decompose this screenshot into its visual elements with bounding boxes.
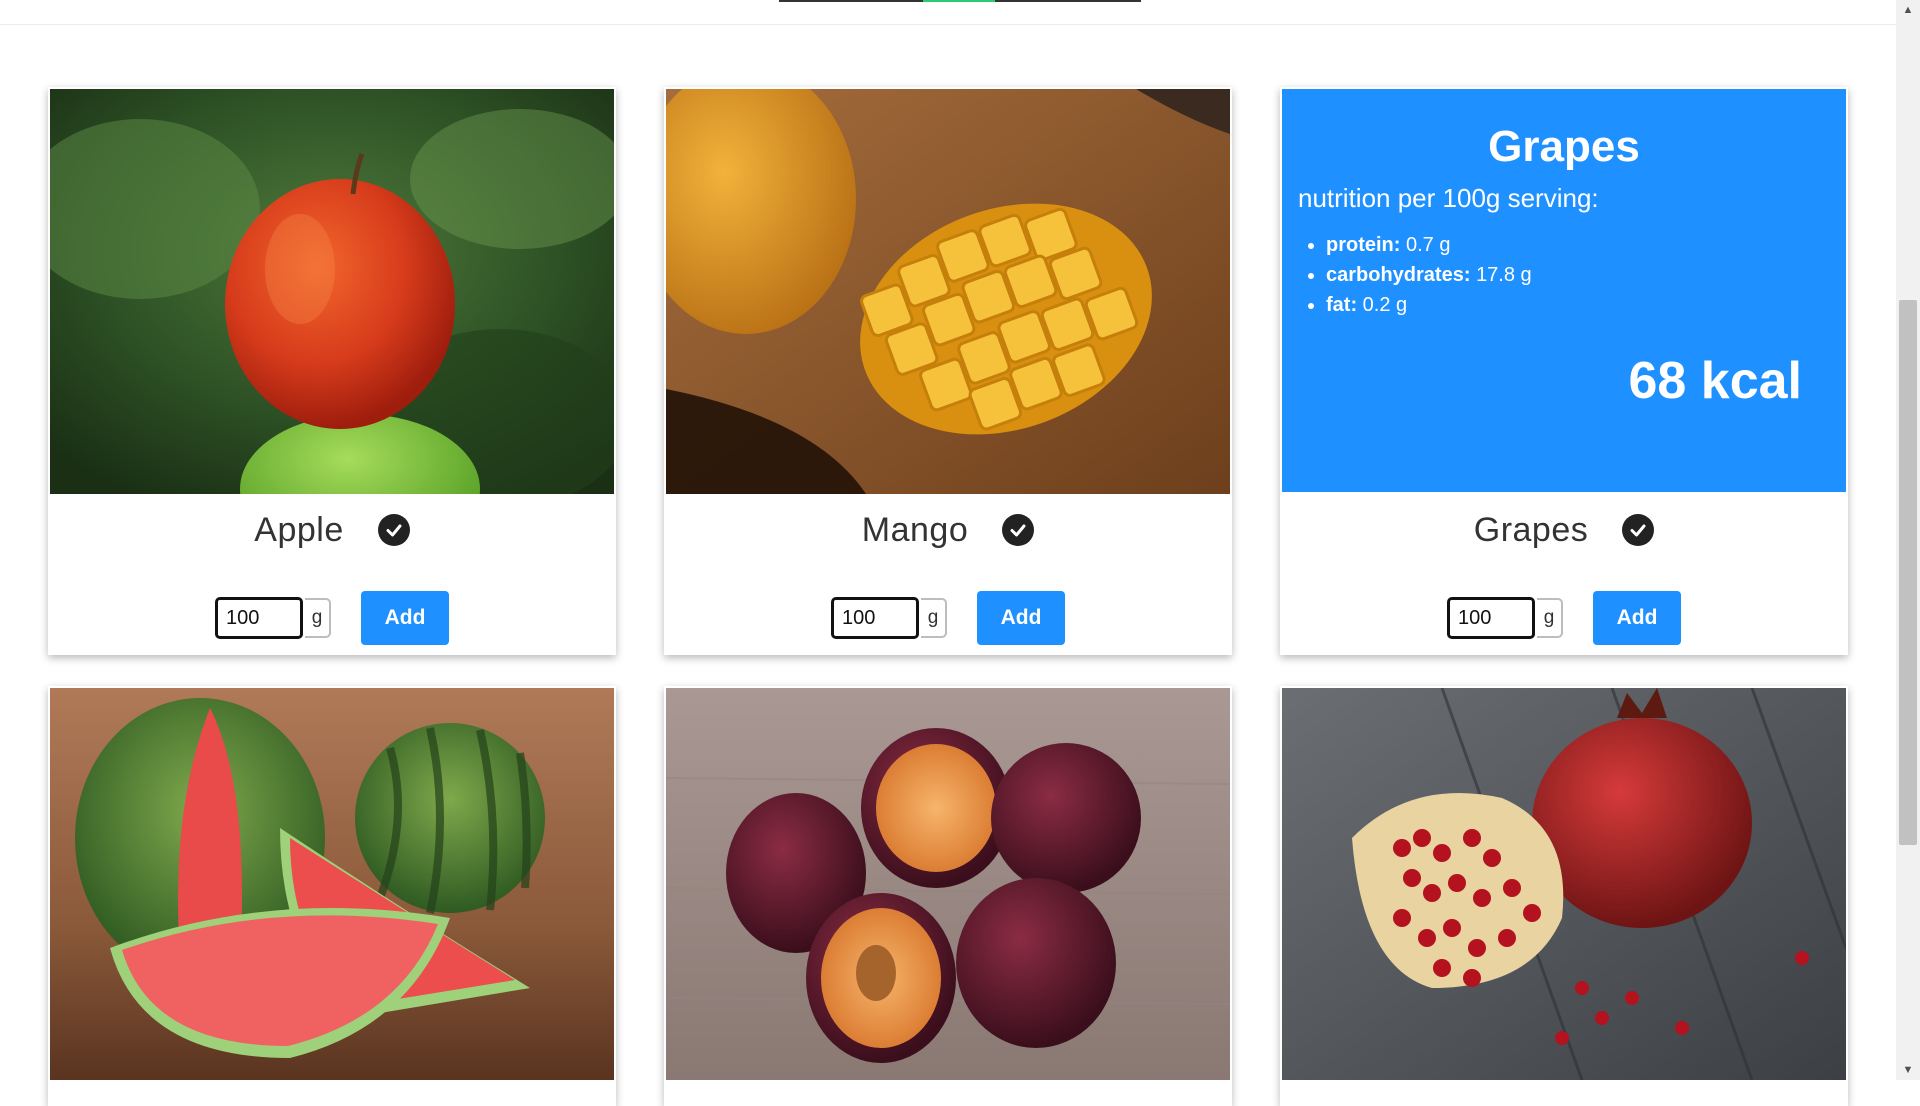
quantity-input[interactable]	[1447, 597, 1535, 639]
plums-photo[interactable]	[666, 688, 1230, 1080]
check-circle-icon[interactable]	[377, 514, 410, 546]
nutrition-list: protein: 0.7 g carbohydrates: 17.8 g fat…	[1298, 230, 1830, 320]
nutrition-item-fat: fat: 0.2 g	[1326, 290, 1830, 320]
fruit-card-apple: Apple g Add	[48, 87, 616, 655]
unit-label: g	[1537, 598, 1563, 638]
nutrient-value: 0.7 g	[1406, 234, 1451, 256]
fruit-name: Apple	[254, 510, 344, 549]
fruit-card-mango: Mango g Add	[664, 87, 1232, 655]
nutrient-value: 17.8 g	[1476, 264, 1532, 286]
fruit-name: Mango	[861, 510, 969, 549]
page-scrollbar[interactable]: ▲ ▼	[1896, 0, 1920, 1080]
fruit-card-plums	[664, 686, 1232, 1106]
add-button[interactable]: Add	[977, 591, 1065, 645]
fruit-card-pomegranate	[1280, 686, 1848, 1106]
watermelon-photo[interactable]	[50, 688, 614, 1080]
nutrition-subtitle: nutrition per 100g serving:	[1298, 183, 1599, 213]
apple-photo[interactable]	[50, 89, 614, 494]
nav-underline-active	[923, 0, 995, 2]
add-button[interactable]: Add	[361, 591, 449, 645]
quantity-input[interactable]	[215, 597, 303, 639]
mango-photo[interactable]	[666, 89, 1230, 494]
fruit-card-grapes: Grapes nutrition per 100g serving: prote…	[1280, 87, 1848, 655]
scroll-up-arrow-icon[interactable]: ▲	[1896, 0, 1920, 20]
scroll-down-arrow-icon[interactable]: ▼	[1896, 1060, 1920, 1080]
unit-label: g	[305, 598, 331, 638]
kcal-value: 68 kcal	[1628, 352, 1803, 410]
nav-underline-left	[779, 0, 923, 2]
fruit-card-watermelon	[48, 686, 616, 1106]
nutrient-label: protein:	[1326, 234, 1401, 256]
scrollbar-thumb[interactable]	[1899, 300, 1917, 845]
fruit-name: Grapes	[1473, 510, 1589, 549]
nutrition-title: Grapes	[1488, 122, 1640, 171]
nav-underline-right	[995, 0, 1141, 2]
check-circle-icon[interactable]	[1002, 514, 1035, 546]
nutrition-item-protein: protein: 0.7 g	[1326, 230, 1830, 260]
unit-label: g	[921, 598, 947, 638]
nutrient-label: carbohydrates:	[1326, 264, 1471, 286]
top-nav-bar	[0, 0, 1896, 25]
check-circle-icon[interactable]	[1622, 514, 1655, 546]
nutrient-value: 0.2 g	[1362, 294, 1408, 316]
add-button[interactable]: Add	[1593, 591, 1681, 645]
nutrient-label: fat:	[1326, 294, 1358, 316]
nutrition-item-carbohydrates: carbohydrates: 17.8 g	[1326, 260, 1830, 290]
nutrition-panel[interactable]: Grapes nutrition per 100g serving: prote…	[1282, 89, 1846, 492]
pomegranate-photo[interactable]	[1282, 688, 1846, 1080]
quantity-input[interactable]	[831, 597, 919, 639]
